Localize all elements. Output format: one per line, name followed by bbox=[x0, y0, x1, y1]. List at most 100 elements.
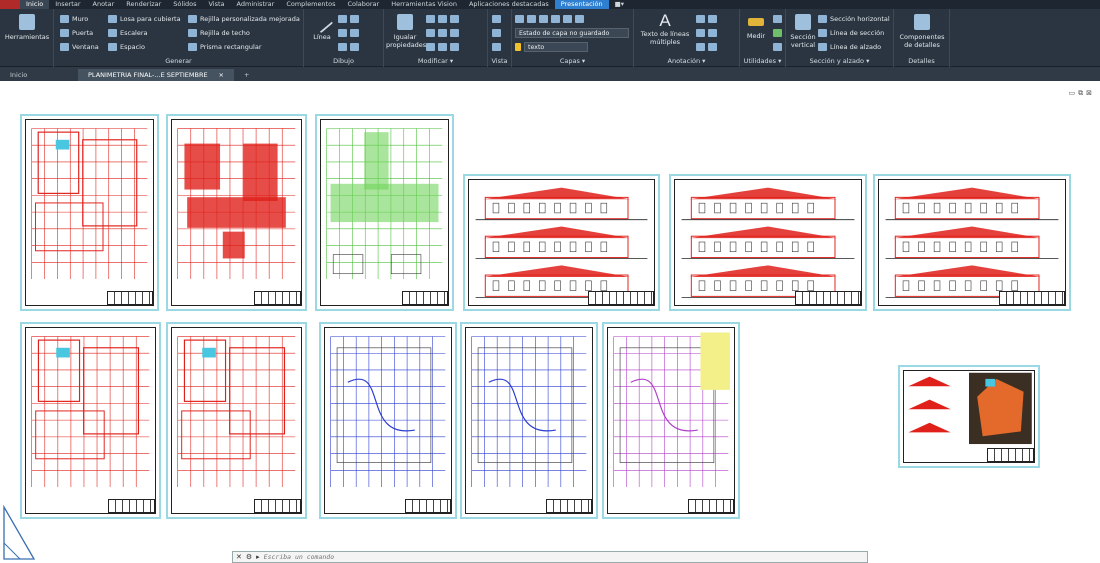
current-layer-value: texto bbox=[524, 42, 588, 52]
panel-title-seccion[interactable]: Sección y alzado ▾ bbox=[786, 57, 893, 65]
layout-sheet[interactable] bbox=[20, 114, 159, 311]
file-tab-planimetria[interactable]: PLANIMETRIA FINAL-...E SEPTIEMBRE 2021* … bbox=[78, 69, 234, 91]
tab-colaborar[interactable]: Colaborar bbox=[341, 0, 385, 9]
recent-commands-icon[interactable]: ▸ bbox=[256, 553, 260, 561]
linea-button[interactable]: Línea bbox=[308, 10, 336, 41]
tab-complementos[interactable]: Complementos bbox=[280, 0, 341, 9]
herramientas-button[interactable]: Herramientas bbox=[2, 14, 52, 41]
array-icon bbox=[450, 43, 459, 51]
tab-inicio[interactable]: Inicio bbox=[20, 0, 50, 9]
layout-sheet[interactable] bbox=[20, 322, 161, 519]
panel-dibujo: Línea Dibujo bbox=[304, 9, 384, 67]
layout-sheet[interactable] bbox=[602, 322, 740, 519]
layout-sheet[interactable] bbox=[463, 174, 660, 311]
customize-icon[interactable]: ⚙ bbox=[246, 553, 252, 561]
seccion-horizontal-button[interactable]: Sección horizontal bbox=[818, 13, 890, 25]
layout-sheet[interactable] bbox=[166, 114, 307, 311]
trim-icon bbox=[438, 29, 447, 37]
leader-tools[interactable] bbox=[696, 27, 717, 39]
espacio-button[interactable]: Espacio bbox=[108, 41, 145, 53]
rectangle-tools[interactable] bbox=[338, 41, 359, 53]
linea-seccion-button[interactable]: Línea de sección bbox=[818, 27, 884, 39]
tab-aplicaciones[interactable]: Aplicaciones destacadas bbox=[463, 0, 555, 9]
igualar-propiedades-button[interactable]: Igualar propiedades bbox=[386, 14, 426, 49]
puerta-button[interactable]: Puerta bbox=[60, 27, 93, 39]
losa-button[interactable]: Losa para cubierta bbox=[108, 13, 181, 25]
camera-icon[interactable]: ■▾ bbox=[609, 0, 630, 9]
close-command-icon[interactable]: ✕ bbox=[236, 553, 242, 561]
view-tools[interactable] bbox=[492, 13, 501, 25]
layout-sheet[interactable] bbox=[460, 322, 598, 519]
seccion-vertical-button[interactable]: Sección vertical bbox=[788, 14, 818, 49]
utility-tool-1[interactable] bbox=[773, 13, 782, 25]
linea-alzado-label: Línea de alzado bbox=[830, 43, 882, 51]
restore-icon[interactable]: ⧉ bbox=[1078, 89, 1083, 98]
close-tab-icon[interactable]: × bbox=[219, 69, 224, 81]
zoom-tools[interactable] bbox=[492, 27, 501, 39]
panel-title-modificar[interactable]: Modificar ▾ bbox=[384, 57, 487, 65]
tab-anotar[interactable]: Anotar bbox=[87, 0, 121, 9]
componentes-detalles-button[interactable]: Componentes de detalles bbox=[895, 14, 949, 49]
panel-title-anotacion[interactable]: Anotación ▾ bbox=[634, 57, 739, 65]
seccion-vertical-label: Sección vertical bbox=[790, 33, 816, 49]
ventana-button[interactable]: Ventana bbox=[60, 41, 99, 53]
utility-tool-2[interactable] bbox=[773, 27, 782, 39]
ceiling-grid-icon bbox=[188, 29, 197, 37]
texto-multiple-button[interactable]: A Texto de líneas múltiples bbox=[636, 12, 694, 47]
tab-solidos[interactable]: Sólidos bbox=[167, 0, 202, 9]
tab-presentacion[interactable]: Presentación bbox=[554, 0, 609, 9]
tab-administrar[interactable]: Administrar bbox=[231, 0, 281, 9]
tab-renderizar[interactable]: Renderizar bbox=[120, 0, 167, 9]
layout-sheet[interactable] bbox=[166, 322, 307, 519]
escalera-button[interactable]: Escalera bbox=[108, 27, 148, 39]
panel-vista: Vista bbox=[488, 9, 512, 67]
rejilla-techo-button[interactable]: Rejilla de techo bbox=[188, 27, 250, 39]
layout-sheet[interactable] bbox=[873, 174, 1071, 311]
sheet-frame bbox=[468, 179, 655, 306]
layer-state-select[interactable]: Estado de capa no guardado bbox=[515, 27, 629, 39]
herramientas-label: Herramientas bbox=[4, 33, 50, 41]
title-block bbox=[405, 499, 451, 513]
panel-title-generar: Generar bbox=[165, 57, 192, 65]
prisma-button[interactable]: Prisma rectangular bbox=[188, 41, 262, 53]
fillet-icon bbox=[450, 15, 459, 23]
tab-vista[interactable]: Vista bbox=[203, 0, 231, 9]
close-icon[interactable]: ⊠ bbox=[1086, 89, 1092, 98]
app-menu-button[interactable] bbox=[0, 0, 20, 9]
layout-sheet[interactable] bbox=[319, 322, 457, 519]
layout-sheet[interactable] bbox=[315, 114, 454, 311]
calculator-icon bbox=[773, 15, 782, 23]
utility-tool-3[interactable] bbox=[773, 41, 782, 53]
pan-tools[interactable] bbox=[492, 41, 501, 53]
move-tools[interactable] bbox=[426, 13, 459, 25]
layout-sheet[interactable] bbox=[669, 174, 867, 311]
copy-tools[interactable] bbox=[426, 41, 459, 53]
rejilla-mejorada-button[interactable]: Rejilla personalizada mejorada bbox=[188, 13, 300, 25]
panel-capas: Estado de capa no guardado texto Capas ▾ bbox=[512, 9, 634, 67]
new-tab-button[interactable]: + bbox=[234, 69, 259, 81]
panel-title-capas[interactable]: Capas ▾ bbox=[512, 57, 633, 65]
ribbon: Herramientas Muro Puerta Ventana Losa pa… bbox=[0, 9, 1100, 67]
panel-title-utilidades[interactable]: Utilidades ▾ bbox=[740, 57, 785, 65]
title-block bbox=[254, 499, 301, 513]
medir-button[interactable]: Medir bbox=[742, 14, 770, 40]
command-line[interactable]: ✕ ⚙ ▸ bbox=[232, 551, 868, 563]
edit-tools[interactable] bbox=[426, 27, 459, 39]
layer-icon bbox=[575, 15, 584, 23]
current-layer-select[interactable]: texto bbox=[515, 41, 588, 53]
layout-sheet[interactable] bbox=[898, 365, 1040, 468]
keynote-icon bbox=[708, 29, 717, 37]
arc-tools[interactable] bbox=[338, 13, 359, 25]
tab-herramientas-vision[interactable]: Herramientas Vision bbox=[385, 0, 463, 9]
dimension-tools[interactable] bbox=[696, 13, 717, 25]
minimize-icon[interactable]: ▭ bbox=[1069, 89, 1076, 98]
file-tab-inicio[interactable]: Inicio bbox=[0, 69, 78, 81]
muro-button[interactable]: Muro bbox=[60, 13, 88, 25]
table-tools[interactable] bbox=[696, 41, 717, 53]
command-input[interactable] bbox=[263, 553, 824, 561]
tab-insertar[interactable]: Insertar bbox=[49, 0, 86, 9]
layer-tools[interactable] bbox=[515, 13, 584, 25]
linea-alzado-button[interactable]: Línea de alzado bbox=[818, 41, 881, 53]
circle-tools[interactable] bbox=[338, 27, 359, 39]
title-block bbox=[795, 291, 861, 305]
